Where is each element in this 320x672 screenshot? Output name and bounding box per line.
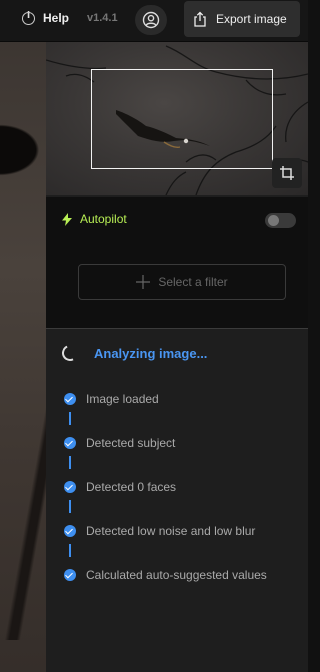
lightning-icon: [62, 212, 72, 226]
export-label: Export image: [216, 12, 287, 26]
section-divider: [46, 328, 308, 329]
check-circle-icon: [64, 481, 76, 493]
account-button[interactable]: [135, 5, 167, 35]
help-button[interactable]: Help: [22, 11, 69, 25]
background-photo: [0, 0, 46, 672]
analysis-status-text: Analyzing image...: [94, 345, 208, 361]
step-connector: [69, 500, 71, 513]
analysis-step: Calculated auto-suggested values: [64, 568, 304, 612]
analysis-status: Analyzing image...: [59, 342, 208, 364]
step-label: Image loaded: [86, 392, 159, 406]
analysis-step: Detected subject: [64, 436, 304, 480]
loading-spinner-icon: [59, 342, 81, 364]
user-circle-icon: [142, 11, 160, 29]
top-toolbar: Help v1.4.1 Export image: [0, 0, 308, 42]
autopilot-section: Autopilot Select a filter: [46, 197, 308, 328]
side-panel: Autopilot Select a filter Analyzing imag…: [46, 42, 308, 672]
step-label: Detected 0 faces: [86, 480, 177, 494]
image-preview[interactable]: [46, 42, 308, 195]
crop-frame[interactable]: [91, 69, 273, 169]
help-label: Help: [43, 11, 70, 25]
check-circle-icon: [64, 569, 76, 581]
analysis-step: Detected low noise and low blur: [64, 524, 304, 568]
step-connector: [69, 544, 71, 557]
check-circle-icon: [64, 437, 76, 449]
step-label: Detected low noise and low blur: [86, 524, 256, 538]
step-connector: [69, 456, 71, 469]
crop-button[interactable]: [272, 158, 302, 188]
select-filter-label: Select a filter: [158, 275, 228, 289]
info-icon: [22, 11, 35, 25]
photo-branch-dark: [0, 120, 46, 180]
analysis-steps: Image loaded Detected subject Detected 0…: [64, 392, 304, 612]
plus-icon: [136, 275, 151, 289]
check-circle-icon: [64, 393, 76, 405]
analysis-step: Detected 0 faces: [64, 480, 304, 524]
select-filter-button[interactable]: Select a filter: [78, 264, 286, 300]
share-upload-icon: [194, 11, 206, 27]
autopilot-label: Autopilot: [80, 212, 127, 226]
analysis-step: Image loaded: [64, 392, 304, 436]
step-label: Calculated auto-suggested values: [86, 568, 267, 582]
check-circle-icon: [64, 525, 76, 537]
crop-icon: [280, 166, 294, 180]
step-label: Detected subject: [86, 436, 176, 450]
export-image-button[interactable]: Export image: [184, 1, 300, 37]
autopilot-header: Autopilot: [62, 212, 127, 226]
version-label: v1.4.1: [87, 12, 118, 24]
step-connector: [69, 412, 71, 425]
photo-branch: [0, 380, 46, 640]
autopilot-toggle[interactable]: [265, 213, 296, 228]
